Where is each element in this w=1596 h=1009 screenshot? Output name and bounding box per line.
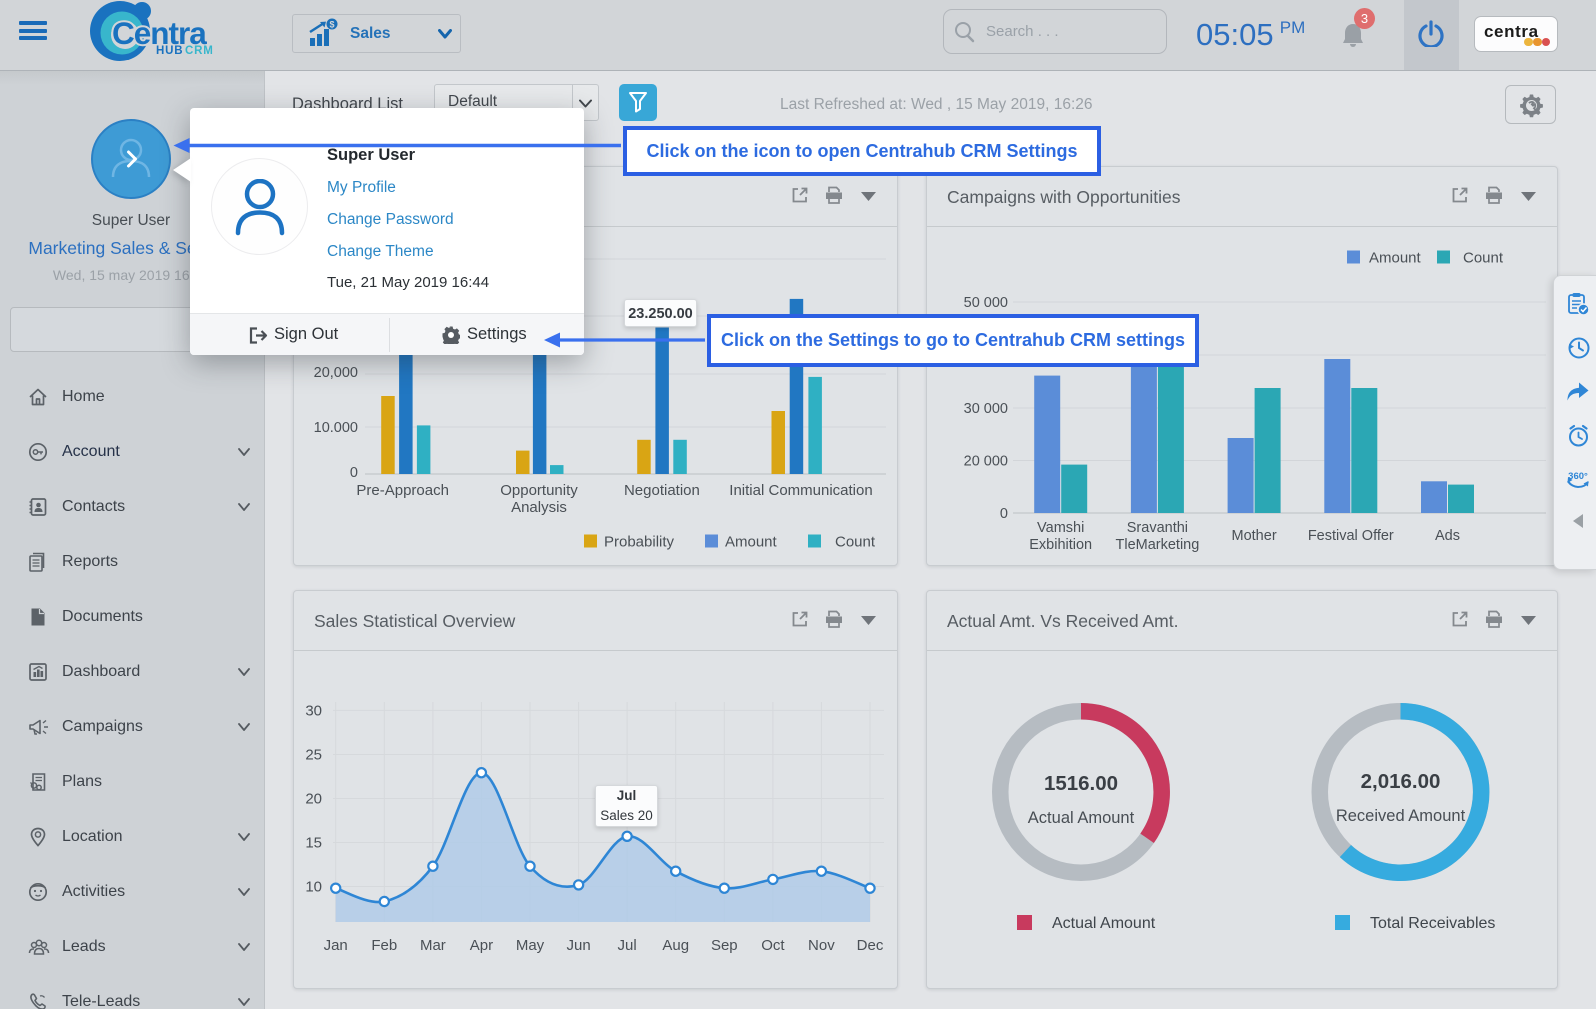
svg-text:$: $ bbox=[329, 20, 334, 30]
svg-text:CRM: CRM bbox=[185, 45, 214, 57]
svg-text:HUB: HUB bbox=[156, 45, 183, 57]
